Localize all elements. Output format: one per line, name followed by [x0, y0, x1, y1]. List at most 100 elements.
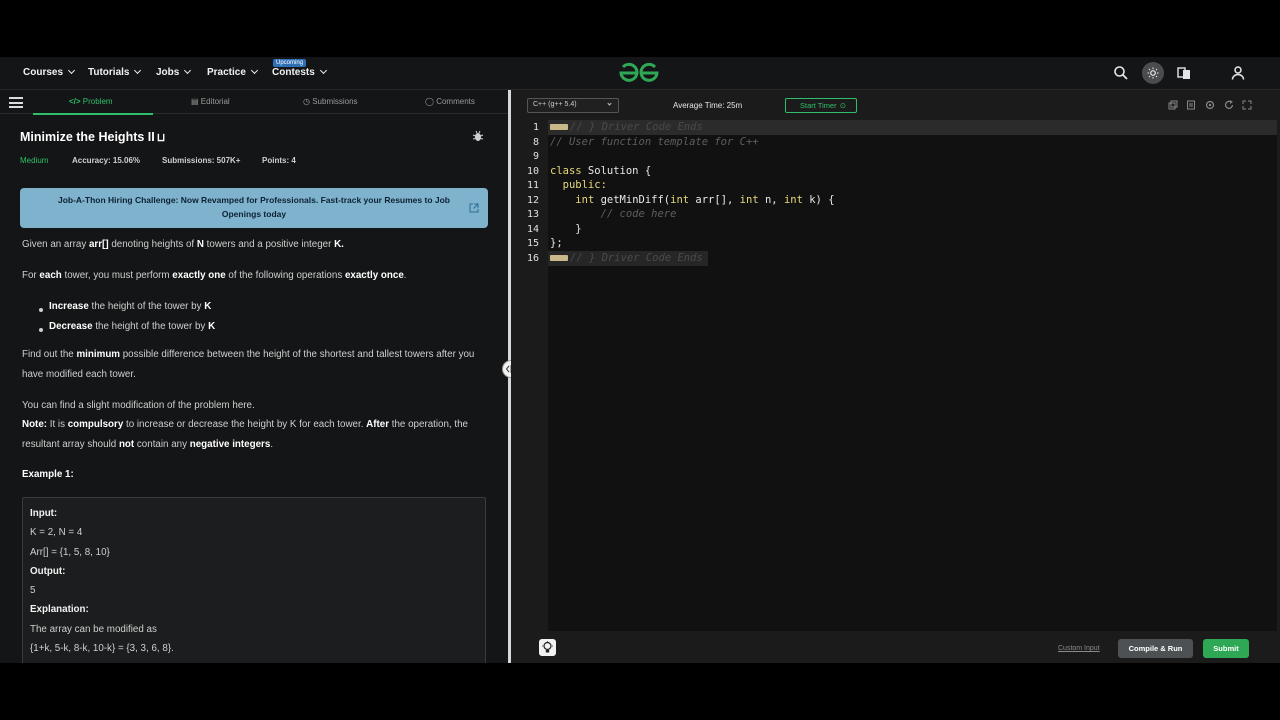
code-line: class Solution { [550, 165, 651, 177]
language-select[interactable]: C++ (g++ 5.4) [527, 98, 619, 113]
example-box: Input: K = 2, N = 4 Arr[] = {1, 5, 8, 10… [22, 497, 486, 663]
code-editor[interactable]: // } Driver Code Ends // User function t… [548, 120, 1277, 631]
tab-label: Editorial [200, 97, 230, 106]
menu-icon[interactable] [9, 97, 23, 108]
line-number: 13 [526, 209, 539, 220]
example-input-line: K = 2, N = 4 [30, 527, 83, 539]
settings-icon[interactable] [1205, 100, 1215, 110]
app-window: Courses Tutorials Jobs Practice Upcoming… [0, 57, 1280, 663]
example-output-label: Output: [30, 565, 66, 577]
bookmark-icon[interactable]: ⊔ [157, 132, 166, 144]
nav-jobs[interactable]: Jobs [156, 66, 192, 78]
example-explanation-line: The array can be modified as [30, 623, 157, 635]
clock-icon: ◷ [303, 97, 313, 106]
code-line: } [550, 223, 582, 235]
code-line: int getMinDiff(int arr[], int n, int k) … [550, 194, 835, 206]
text: to increase or decrease the height by K … [123, 419, 367, 430]
fullscreen-icon[interactable] [1242, 100, 1252, 110]
code-text: arr[], [689, 194, 740, 206]
nav-label: Jobs [156, 67, 180, 78]
code-comment: // } Driver Code Ends [570, 121, 703, 133]
example-title: Example 1: [22, 465, 490, 485]
tab-editorial[interactable]: ▤ Editorial [191, 97, 230, 106]
text: Given an array [22, 239, 89, 250]
tab-comments[interactable]: ◯ Comments [425, 97, 475, 106]
hiring-challenge-banner[interactable]: Job-A-Thon Hiring Challenge: Now Revampe… [20, 188, 488, 228]
search-icon[interactable] [1113, 65, 1129, 81]
problem-statement-p1: Given an array arr[] denoting heights of… [22, 235, 490, 255]
text: You can find a slight modification of th… [22, 400, 255, 411]
line-number: 8 [532, 137, 539, 148]
code-keyword: class [550, 165, 582, 177]
nav-practice[interactable]: Practice [207, 66, 258, 78]
theme-toggle-button[interactable] [1142, 62, 1164, 84]
code-line: // code here [550, 208, 677, 220]
text: For [22, 270, 40, 281]
tab-submissions[interactable]: ◷ Submissions [303, 97, 358, 106]
text: towers and a positive integer [203, 239, 335, 250]
file-icon[interactable] [1186, 100, 1196, 110]
example-input-label: Input: [30, 508, 58, 519]
problem-note: Note: It is compulsory to increase or de… [22, 415, 490, 455]
tab-label: Comments [436, 97, 475, 106]
document-icon: ▤ [191, 97, 201, 106]
submissions-stat: Submissions: 507K+ [162, 156, 241, 165]
text: tower, you must perform [61, 270, 173, 281]
active-tab-indicator [33, 113, 153, 115]
reset-icon[interactable] [1224, 100, 1234, 110]
line-number: 16 [526, 253, 539, 264]
code-keyword: int [783, 194, 803, 206]
text-bold: After [366, 419, 390, 430]
tab-problem[interactable]: </> Problem [69, 97, 113, 106]
top-navbar: Courses Tutorials Jobs Practice Upcoming… [0, 57, 1280, 90]
bug-report-icon[interactable] [472, 130, 484, 142]
text: It is [47, 419, 68, 430]
example-input-line: Arr[] = {1, 5, 8, 10} [30, 546, 110, 558]
compile-run-button[interactable]: Compile & Run [1118, 639, 1193, 658]
accuracy-stat: Accuracy: 15.06% [72, 156, 141, 165]
fold-marker-icon[interactable] [550, 255, 568, 261]
nav-contests[interactable]: Contests [272, 66, 327, 78]
user-icon[interactable] [1230, 65, 1246, 81]
points-stat: Points: 4 [262, 156, 296, 165]
code-line: public: [550, 179, 607, 191]
problem-statement-p3: Find out the minimum possible difference… [22, 345, 490, 385]
list-item: Decrease the height of the tower by K [38, 321, 216, 332]
fold-marker-icon[interactable] [550, 124, 568, 130]
upcoming-badge: Upcoming [273, 59, 307, 67]
problem-statement-p4[interactable]: You can find a slight modification of th… [22, 396, 490, 416]
chevron-down-icon [67, 66, 76, 75]
code-line: }; [550, 237, 563, 249]
copy-icon[interactable] [1168, 100, 1178, 110]
average-time: Average Time: 25m [673, 101, 743, 110]
code-text: k) { [802, 194, 835, 206]
submit-button[interactable]: Submit [1203, 639, 1249, 658]
problem-pane: </> Problem ▤ Editorial ◷ Submissions ◯ … [0, 90, 508, 663]
lightbulb-icon [542, 641, 553, 653]
text-bold: K [208, 321, 216, 332]
code-icon: </> [69, 97, 83, 106]
nav-courses[interactable]: Courses [23, 66, 76, 78]
hint-button[interactable] [539, 639, 556, 656]
custom-input-link[interactable]: Custom Input [1058, 645, 1100, 652]
code-text: n, [758, 194, 784, 206]
text: of the following operations [225, 270, 345, 281]
translate-icon[interactable] [1176, 65, 1192, 81]
code-text: Solution { [581, 165, 652, 177]
editor-pane: C++ (g++ 5.4) Average Time: 25m Start Ti… [511, 90, 1280, 663]
list-item: Increase the height of the tower by K [38, 301, 211, 312]
example-explanation-label: Explanation: [30, 604, 89, 616]
text: denoting heights of [108, 239, 197, 250]
gfg-logo-icon[interactable] [618, 62, 660, 84]
problem-statement-p2: For each tower, you must perform exactly… [22, 266, 490, 286]
chevron-down-icon [250, 66, 258, 75]
problem-tabs: </> Problem ▤ Editorial ◷ Submissions ◯ … [0, 90, 508, 115]
start-timer-button[interactable]: Start Timer ⊙ [785, 98, 857, 113]
text: . [403, 270, 407, 281]
external-link-icon [469, 203, 479, 213]
text: the height of the tower by [88, 301, 205, 312]
nav-tutorials[interactable]: Tutorials [88, 66, 142, 78]
editor-toolbar: C++ (g++ 5.4) Average Time: 25m Start Ti… [511, 90, 1280, 120]
line-number: 12 [526, 195, 539, 206]
